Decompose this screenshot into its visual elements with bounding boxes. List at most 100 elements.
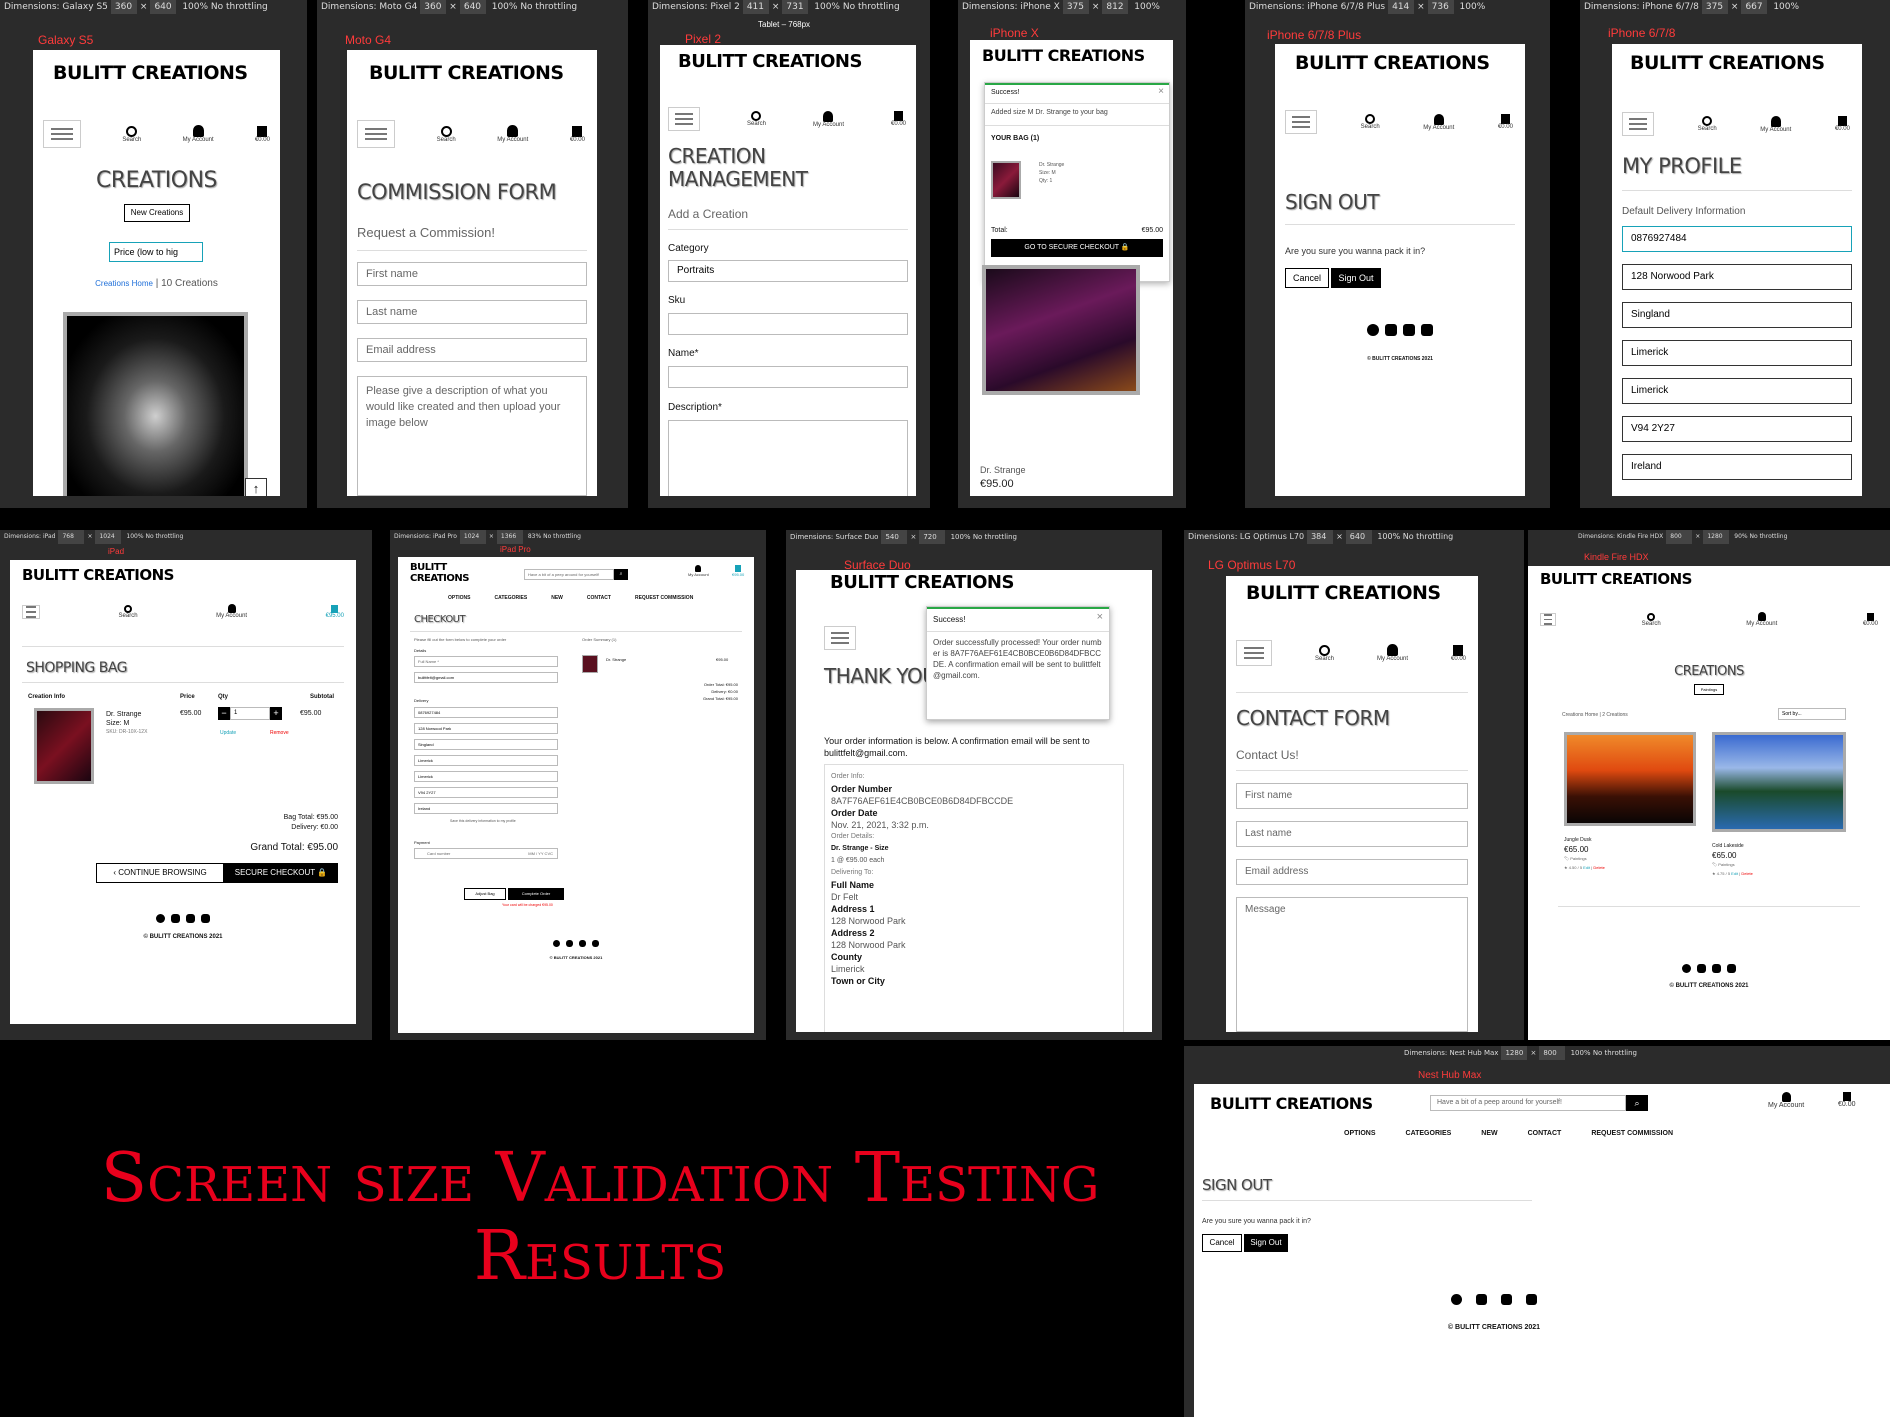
bag-button[interactable]: €0.00	[1451, 644, 1466, 662]
first-name-field[interactable]: First name	[1236, 783, 1468, 809]
menu-toggle-button[interactable]	[1236, 640, 1272, 666]
brand-logo[interactable]: BULITT CREATIONS	[1246, 582, 1441, 604]
search-submit-button[interactable]: ⌕	[614, 569, 628, 580]
device-select[interactable]: Dimensions: Galaxy S5	[4, 2, 108, 12]
zoom-select[interactable]: 90%	[1734, 533, 1747, 540]
menu-toggle-button[interactable]	[357, 120, 395, 148]
close-icon[interactable]: ×	[1097, 611, 1103, 623]
width-input[interactable]: 1024	[459, 530, 486, 544]
brand-logo[interactable]: BULITT CREATIONS	[982, 46, 1145, 65]
width-input[interactable]: 800	[1666, 530, 1693, 544]
height-input[interactable]: 640	[1345, 530, 1372, 544]
height-input[interactable]: 720	[919, 530, 946, 544]
brand-logo[interactable]: BULITT CREATIONS	[53, 62, 248, 84]
instagram-icon[interactable]	[186, 914, 195, 923]
search-button[interactable]: Search	[119, 604, 138, 619]
sign-out-button[interactable]: Sign Out	[1331, 268, 1381, 288]
width-input[interactable]: 384	[1307, 530, 1334, 544]
throttle-select[interactable]: No throttling	[543, 533, 581, 540]
nav-link[interactable]: CONTACT	[1528, 1130, 1562, 1137]
brand-logo[interactable]: BULITT CREATIONS	[678, 51, 862, 72]
profile-field[interactable]: Singland	[1622, 302, 1852, 328]
email-field[interactable]: Email address	[357, 338, 587, 362]
country-select[interactable]: Ireland	[414, 803, 558, 814]
delivery-field[interactable]: Limerick	[414, 755, 558, 766]
linkedin-icon[interactable]	[1421, 324, 1433, 336]
profile-field[interactable]: 128 Norwood Park	[1622, 264, 1852, 290]
zoom-select[interactable]: 100%	[492, 2, 518, 12]
bag-button[interactable]: €0.00	[1498, 114, 1513, 130]
zoom-select[interactable]: 100%	[1571, 1049, 1591, 1057]
sign-out-button[interactable]: Sign Out	[1244, 1234, 1288, 1252]
zoom-select[interactable]: 100%	[1773, 2, 1799, 12]
cancel-button[interactable]: Cancel	[1202, 1234, 1242, 1252]
remove-link[interactable]: Remove	[270, 730, 289, 736]
message-textarea[interactable]: Message	[1236, 897, 1468, 1032]
account-button[interactable]: My Account	[813, 110, 844, 128]
delete-link[interactable]: Delete	[1741, 871, 1753, 876]
linkedin-icon[interactable]	[592, 940, 599, 947]
height-input[interactable]: 800	[1539, 1046, 1566, 1060]
sort-select[interactable]: Sort by...	[1778, 708, 1846, 720]
zoom-select[interactable]: 100%	[1460, 2, 1486, 12]
bag-button[interactable]: €0.00	[1835, 116, 1850, 132]
brand-logo[interactable]: BULITT CREATIONS	[1540, 570, 1692, 588]
twitter-icon[interactable]	[1697, 964, 1706, 973]
menu-toggle-button[interactable]	[668, 107, 700, 131]
secure-checkout-button[interactable]: GO TO SECURE CHECKOUT 🔒	[991, 239, 1163, 257]
account-button[interactable]: My Account	[688, 565, 709, 577]
product-category[interactable]: 🏷 Paintings	[1564, 854, 1694, 863]
first-name-field[interactable]: First name	[357, 262, 587, 286]
height-input[interactable]: 812	[1102, 0, 1129, 14]
throttle-select[interactable]: No throttling	[1403, 532, 1454, 541]
instagram-icon[interactable]	[1403, 324, 1415, 336]
profile-field[interactable]: Limerick	[1622, 378, 1852, 404]
delivery-field[interactable]: V94 2Y27	[414, 787, 558, 798]
delivery-field[interactable]: 128 Norwood Park	[414, 723, 558, 734]
account-button[interactable]: My Account	[183, 125, 214, 143]
menu-toggle-button[interactable]	[1540, 613, 1556, 626]
delivery-field[interactable]: 0876927484	[414, 707, 558, 718]
nav-link[interactable]: CONTACT	[587, 595, 611, 601]
bag-button[interactable]: €0.00	[570, 125, 585, 143]
bag-button[interactable]: €0.00	[891, 111, 906, 127]
profile-field[interactable]: Limerick	[1622, 340, 1852, 366]
brand-logo[interactable]: BULITT CREATIONS	[1295, 52, 1490, 74]
adjust-bag-button[interactable]: Adjust Bag	[464, 888, 506, 900]
height-input[interactable]: 640	[459, 0, 486, 14]
decrement-button[interactable]: −	[218, 707, 230, 720]
device-select[interactable]: Dimensions: Kindle Fire HDX	[1578, 533, 1663, 540]
bag-button[interactable]: €0.00	[1838, 1092, 1856, 1108]
email-field[interactable]: Email address	[1236, 859, 1468, 885]
device-select[interactable]: Dimensions: iPad	[4, 533, 55, 540]
width-input[interactable]: 768	[58, 530, 85, 544]
account-button[interactable]: My Account	[1760, 115, 1791, 133]
nav-link[interactable]: NEW	[1481, 1130, 1497, 1137]
description-textarea[interactable]	[668, 420, 908, 496]
brand-logo[interactable]: BULITT CREATIONS	[22, 566, 174, 584]
search-button[interactable]: Search	[1315, 644, 1334, 662]
last-name-field[interactable]: Last name	[1236, 821, 1468, 847]
search-button[interactable]: Search	[1698, 116, 1717, 132]
height-input[interactable]: 640	[150, 0, 177, 14]
last-name-field[interactable]: Last name	[357, 300, 587, 324]
twitter-icon[interactable]	[1476, 1294, 1487, 1305]
description-textarea[interactable]: Please give a description of what you wo…	[357, 376, 587, 496]
name-input[interactable]	[668, 366, 908, 388]
device-select[interactable]: Dimensions: Surface Duo	[790, 533, 878, 541]
menu-toggle-button[interactable]	[22, 604, 40, 619]
search-button[interactable]: Search	[437, 125, 456, 143]
nav-link[interactable]: CATEGORIES	[1406, 1130, 1452, 1137]
throttle-select[interactable]: No throttling	[973, 533, 1017, 541]
device-select[interactable]: Dimensions: Pixel 2	[652, 2, 740, 12]
device-select[interactable]: Dimensions: Nest Hub Max	[1404, 1049, 1498, 1057]
brand-logo[interactable]: BULITT CREATIONS	[1630, 52, 1825, 74]
bag-button[interactable]: €95.00	[326, 604, 344, 619]
cancel-button[interactable]: Cancel	[1285, 268, 1329, 288]
nav-link[interactable]: OPTIONS	[1344, 1130, 1376, 1137]
twitter-icon[interactable]	[1385, 324, 1397, 336]
facebook-icon[interactable]	[1367, 324, 1379, 336]
search-button[interactable]: Search	[747, 111, 766, 127]
zoom-select[interactable]: 100%	[126, 533, 143, 540]
menu-toggle-button[interactable]	[824, 626, 856, 650]
